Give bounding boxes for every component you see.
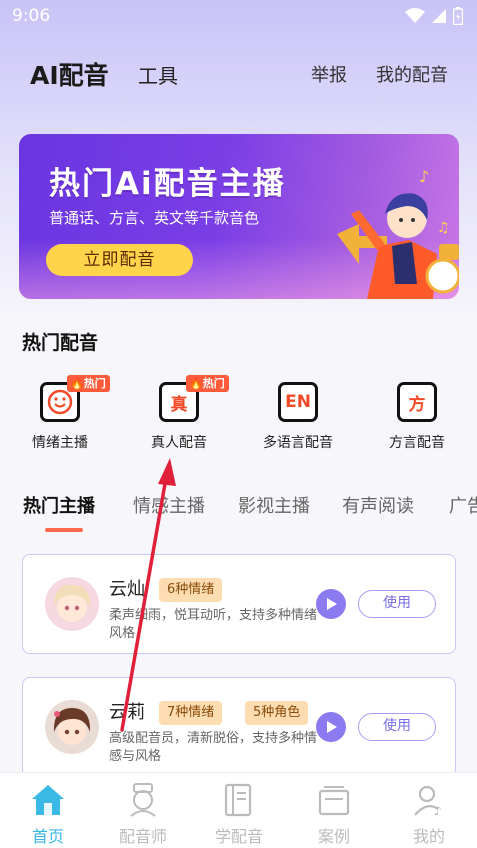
voice-actor-icon [130, 783, 156, 817]
app-title: AI配音 [30, 61, 109, 90]
tab-hot-hosts[interactable]: 热门主播 [23, 492, 95, 518]
tab-ads[interactable]: 广告 [449, 492, 477, 518]
top-nav: AI配音 工具 举报 我的配音 [0, 56, 477, 92]
role-tag: 5种角色 [245, 701, 309, 725]
host-name: 云莉 [109, 702, 145, 723]
nav-label: 案例 [317, 827, 350, 846]
tab-film-hosts[interactable]: 影视主播 [238, 492, 310, 518]
category-emotion-icon-box: 🔥热门 [40, 375, 110, 422]
category-multilingual-dubbing[interactable]: EN 多语言配音 [243, 372, 353, 452]
category-dialect-dubbing[interactable]: 方 方言配音 [362, 372, 472, 452]
svg-text:♪: ♪ [419, 167, 429, 186]
host-description: 高级配音员，清新脱俗，支持多种情感与风格 [109, 731, 318, 764]
status-bar: 9:06 [0, 0, 477, 34]
nav-home[interactable]: 首页 [8, 781, 88, 847]
status-time: 9:06 [12, 6, 51, 26]
use-button[interactable]: 使用 [358, 713, 436, 741]
category-real-icon-box: 真 🔥热门 [159, 375, 229, 422]
category-dialect-icon-box: 方 [397, 382, 437, 422]
cases-icon [318, 786, 350, 816]
hot-badge: 🔥热门 [67, 375, 110, 392]
status-icons [405, 7, 463, 25]
smiley-icon [47, 389, 73, 415]
category-label: 情绪主播 [32, 435, 88, 451]
tab-audiobook[interactable]: 有声阅读 [342, 492, 414, 518]
play-icon [327, 598, 337, 610]
home-icon [32, 785, 64, 815]
bottom-nav: 首页 配音师 学配音 案例 ♪ 我的 [0, 772, 477, 848]
category-row: 🔥热门 情绪主播 真 🔥热门 真人配音 EN 多语言配音 方 方言配音 [0, 372, 477, 462]
host-name: 云灿 [109, 579, 145, 600]
my-dubbing-link[interactable]: 我的配音 [376, 61, 448, 87]
category-en-icon-box: EN [278, 382, 318, 422]
banner-title: 热门Ai配音主播 [49, 166, 286, 202]
host-description: 柔声细雨，悦耳动听，支持多种情绪风格 [109, 608, 318, 641]
emotion-tag: 7种情绪 [159, 701, 223, 725]
hot-badge: 🔥热门 [186, 375, 229, 392]
nav-label: 首页 [31, 827, 64, 846]
start-dubbing-button[interactable]: 立即配音 [46, 244, 193, 276]
nav-label: 我的 [412, 827, 445, 846]
nav-voice-actors[interactable]: 配音师 [103, 781, 183, 847]
play-button[interactable] [316, 712, 346, 742]
flame-icon: 🔥 [70, 377, 84, 390]
battery-icon [453, 7, 463, 25]
host-card[interactable]: 云灿 6种情绪 柔声细雨，悦耳动听，支持多种情绪风格 使用 [22, 554, 456, 654]
english-icon: EN [285, 392, 311, 412]
wifi-icon [405, 8, 425, 23]
nav-label: 学配音 [214, 827, 263, 846]
use-button[interactable]: 使用 [358, 590, 436, 618]
svg-text:♫: ♫ [437, 220, 450, 236]
tools-link[interactable]: 工具 [138, 60, 178, 89]
nav-label: 配音师 [118, 827, 167, 846]
host-card[interactable]: 云莉 7种情绪 5种角色 高级配音员，清新脱俗，支持多种情感与风格 使用 [22, 677, 456, 777]
category-emotion-host[interactable]: 🔥热门 情绪主播 [5, 372, 115, 452]
dialect-icon: 方 [408, 394, 426, 415]
emotion-tag: 6种情绪 [159, 578, 223, 602]
banner-subtitle: 普通话、方言、英文等千款音色 [49, 209, 260, 227]
category-label: 真人配音 [151, 435, 207, 451]
avatar [45, 577, 99, 631]
host-tabs: 热门主播 情感主播 影视主播 有声阅读 广告 [0, 492, 477, 536]
play-button[interactable] [316, 589, 346, 619]
svg-text:♪: ♪ [434, 804, 442, 817]
nav-profile[interactable]: ♪ 我的 [389, 781, 469, 847]
promo-banner[interactable]: 热门Ai配音主播 普通话、方言、英文等千款音色 立即配音 ♪ ♫ [19, 134, 459, 299]
category-label: 方言配音 [389, 435, 445, 451]
play-icon [327, 721, 337, 733]
hot-dubbing-title: 热门配音 [22, 332, 99, 354]
nav-learn-dubbing[interactable]: 学配音 [199, 781, 279, 847]
avatar [45, 700, 99, 754]
tab-emotion-hosts[interactable]: 情感主播 [133, 492, 205, 518]
report-link[interactable]: 举报 [311, 61, 347, 87]
profile-icon: ♪ [414, 785, 442, 817]
real-person-icon: 真 [170, 394, 188, 415]
book-icon [224, 783, 252, 817]
signal-icon [432, 9, 446, 23]
active-tab-indicator [45, 528, 83, 532]
category-real-person-dubbing[interactable]: 真 🔥热门 真人配音 [124, 372, 234, 452]
flame-icon: 🔥 [189, 377, 203, 390]
category-label: 多语言配音 [263, 435, 333, 451]
nav-cases[interactable]: 案例 [294, 781, 374, 847]
banner-illustration: ♪ ♫ [337, 167, 459, 299]
